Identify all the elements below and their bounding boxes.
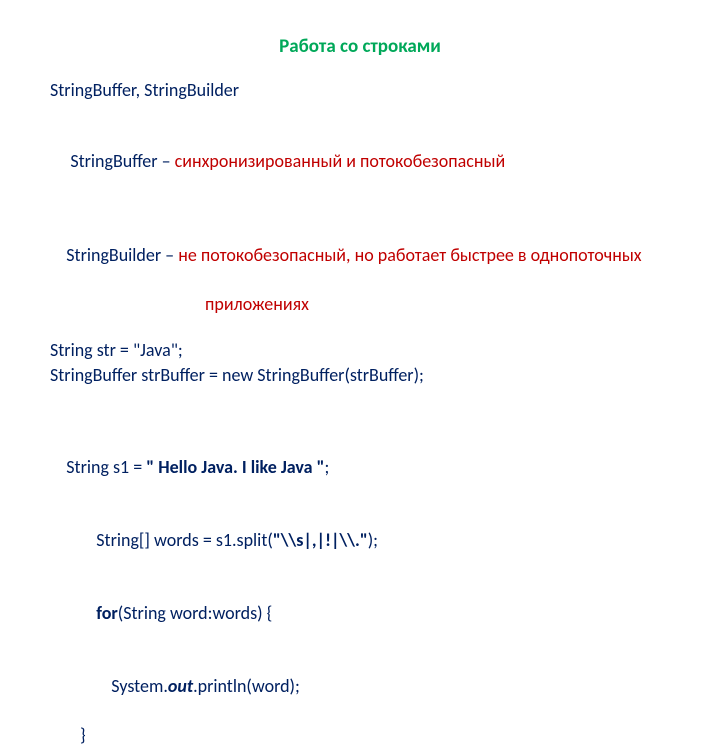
- text-part: );: [368, 529, 378, 551]
- text-part: StringBuilder –: [66, 244, 178, 266]
- spacer: [50, 316, 670, 338]
- text-part: StringBuffer –: [66, 150, 174, 172]
- code-s1-decl: String s1 = " Hello Java. I like Java ";: [50, 431, 670, 504]
- text-part-red: синхронизированный и потокобезопасный: [175, 150, 506, 172]
- spacer: [50, 409, 670, 431]
- text-part: .println(word);: [193, 675, 300, 697]
- text-part: String s1 =: [66, 456, 146, 478]
- text-stringbuilder-desc: StringBuilder – не потокобезопасный, но …: [50, 219, 670, 292]
- text-classes: StringBuffer, StringBuilder: [50, 78, 670, 102]
- spacer: [50, 197, 670, 219]
- text-part-red: не потокобезопасный, но работает быстрее…: [178, 244, 641, 266]
- spacer: [50, 387, 670, 409]
- slide-content: Работа со строками StringBuffer, StringB…: [0, 0, 720, 747]
- text-regex: \\s|,|!|\\.: [281, 529, 360, 551]
- spacer: [50, 102, 670, 124]
- text-quote: ": [273, 529, 281, 551]
- text-part: String[] words = s1.split(: [96, 529, 273, 551]
- text-part: ;: [325, 456, 330, 478]
- text-literal: " Hello Java. I like Java ": [146, 456, 324, 478]
- code-println: System.out.println(word);: [50, 650, 670, 723]
- code-for: for(String word:words) {: [50, 577, 670, 650]
- text-stringbuilder-desc-2: приложениях: [50, 292, 670, 316]
- text-quote: ": [360, 529, 368, 551]
- code-buffer-decl: StringBuffer strBuffer = new StringBuffe…: [50, 363, 670, 387]
- text-out: out: [168, 675, 193, 697]
- text-stringbuffer-desc: StringBuffer – синхронизированный и пото…: [50, 124, 670, 197]
- text-part: System.: [111, 675, 168, 697]
- code-split: String[] words = s1.split("\\s|,|!|\\.")…: [50, 504, 670, 577]
- code-close-brace: }: [50, 723, 670, 747]
- slide-title: Работа со строками: [50, 35, 670, 58]
- code-string-decl: String str = "Java";: [50, 338, 670, 362]
- text-keyword-for: for: [96, 602, 118, 624]
- text-part: (String word:words) {: [118, 602, 273, 624]
